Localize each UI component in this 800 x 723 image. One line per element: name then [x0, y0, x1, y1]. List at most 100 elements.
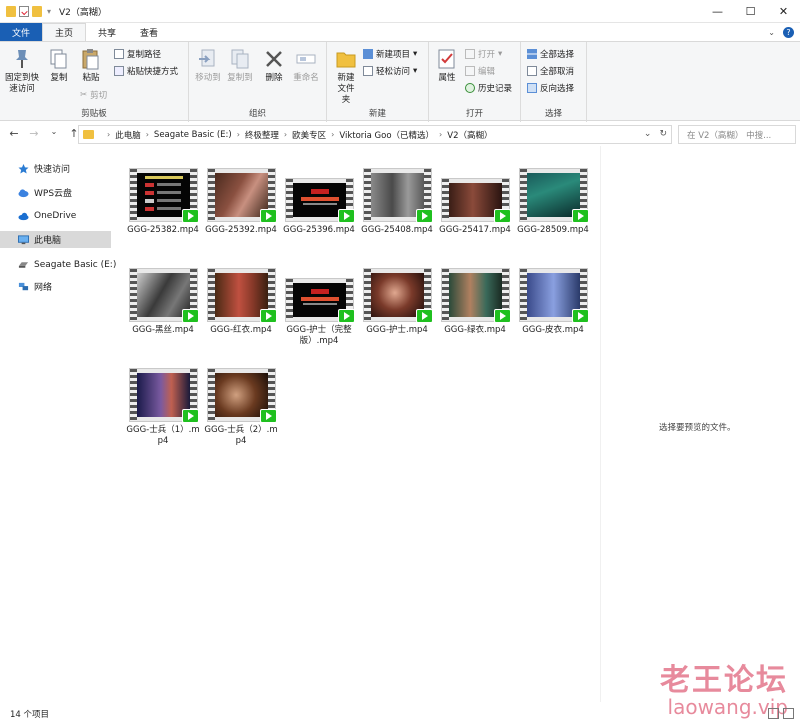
- chevron-down-icon: ▾: [498, 49, 503, 59]
- details-view-icon[interactable]: [768, 708, 779, 719]
- nav-item-quick-access[interactable]: 快速访问: [0, 160, 111, 177]
- tab-file[interactable]: 文件: [0, 23, 42, 41]
- delete-button[interactable]: 删除: [261, 48, 287, 84]
- rename-button[interactable]: 重命名: [291, 48, 321, 84]
- nav-item-wps[interactable]: WPS云盘: [0, 184, 111, 201]
- select-none-button[interactable]: 全部取消: [527, 65, 574, 77]
- video-play-icon: [415, 209, 433, 223]
- select-group-label: 选择: [544, 109, 562, 119]
- easy-access-button[interactable]: 轻松访问 ▾: [363, 65, 417, 77]
- file-item[interactable]: GGG-黑丝.mp4: [124, 268, 202, 360]
- tab-share[interactable]: 共享: [86, 23, 128, 41]
- copy-to-button[interactable]: 复制到: [225, 48, 255, 84]
- back-arrow-icon[interactable]: ←: [6, 127, 22, 140]
- edit-button[interactable]: 编辑: [465, 65, 495, 77]
- video-thumbnail: [518, 268, 589, 323]
- chevron-right-icon[interactable]: ›: [107, 130, 110, 139]
- select-none-icon: [527, 66, 537, 76]
- file-item[interactable]: GGG-28509.mp4: [514, 168, 592, 260]
- file-item[interactable]: GGG-护士.mp4: [358, 268, 436, 360]
- move-to-icon: [197, 48, 219, 70]
- chevron-down-icon[interactable]: ⌄: [768, 28, 775, 37]
- video-play-icon: [259, 409, 277, 423]
- large-icons-view-icon[interactable]: [783, 708, 794, 719]
- file-item[interactable]: GGG-25417.mp4: [436, 168, 514, 260]
- paste-button[interactable]: 粘贴: [78, 48, 104, 84]
- file-name: GGG-25382.mp4: [127, 225, 199, 235]
- tab-home[interactable]: 主页: [42, 23, 87, 41]
- breadcrumb-this-pc[interactable]: 此电脑: [115, 129, 141, 141]
- copy-path-button[interactable]: 复制路径: [114, 48, 161, 60]
- breadcrumb-folder-1[interactable]: 终极整理: [245, 129, 279, 141]
- new-item-button[interactable]: 新建项目 ▾: [363, 48, 417, 60]
- cut-button[interactable]: ✂ 剪切: [80, 89, 107, 101]
- file-name: GGG-25417.mp4: [439, 225, 511, 235]
- forward-arrow-icon[interactable]: →: [26, 127, 42, 140]
- group-new: 新建文件夹 新建项目 ▾ 轻松访问 ▾ 新建: [327, 42, 429, 122]
- invert-selection-icon: [527, 83, 537, 93]
- select-all-button[interactable]: 全部选择: [527, 48, 574, 60]
- chevron-right-icon[interactable]: ›: [284, 130, 287, 139]
- preview-message: 选择要预览的文件。: [659, 423, 736, 433]
- copy-button[interactable]: 复制: [46, 48, 72, 84]
- properties-button[interactable]: 属性: [435, 48, 459, 84]
- close-button[interactable]: ✕: [767, 0, 800, 23]
- address-box[interactable]: › 此电脑 › Seagate Basic (E:) › 终极整理 › 欧美专区…: [78, 125, 672, 144]
- file-item[interactable]: GGG-护士（完整版）.mp4: [280, 268, 358, 360]
- ribbon: 固定到快速访问 复制 粘贴 复制路径 粘贴快捷方式 ✂ 剪切 剪贴板 移动到 复…: [0, 41, 800, 122]
- search-input[interactable]: 在 V2（高糊） 中搜...: [678, 125, 796, 144]
- video-thumbnail: [440, 268, 511, 323]
- rename-label: 重命名: [293, 73, 319, 83]
- maximize-button[interactable]: ☐: [734, 0, 767, 23]
- chevron-right-icon[interactable]: ›: [439, 130, 442, 139]
- file-item[interactable]: GGG-25396.mp4: [280, 168, 358, 260]
- nav-item-network[interactable]: 网络: [0, 278, 111, 295]
- status-bar: 14 个项目: [0, 704, 800, 723]
- folder-icon: [6, 5, 16, 17]
- help-icon[interactable]: ?: [783, 26, 794, 38]
- customize-toolbar-icon[interactable]: ▾: [47, 7, 51, 16]
- refresh-icon[interactable]: ↻: [659, 129, 667, 139]
- file-item[interactable]: GGG-绿衣.mp4: [436, 268, 514, 360]
- file-name: GGG-护士（完整版）.mp4: [286, 325, 352, 346]
- new-folder-icon[interactable]: [32, 5, 42, 17]
- title-bar: ▾ V2（高糊） — ☐ ✕: [0, 0, 800, 23]
- chevron-right-icon[interactable]: ›: [146, 130, 149, 139]
- file-item[interactable]: GGG-25408.mp4: [358, 168, 436, 260]
- file-name: GGG-士兵（1）.mp4: [126, 425, 200, 446]
- paste-shortcut-icon: [114, 66, 124, 76]
- breadcrumb-current[interactable]: V2（高糊）: [447, 129, 492, 141]
- chevron-right-icon[interactable]: ›: [331, 130, 334, 139]
- breadcrumb-folder-2[interactable]: 欧美专区: [292, 129, 326, 141]
- video-play-icon: [337, 209, 355, 223]
- file-item[interactable]: GGG-皮衣.mp4: [514, 268, 592, 360]
- recent-dropdown-icon[interactable]: ⌄: [46, 127, 62, 140]
- nav-item-onedrive[interactable]: OneDrive: [0, 207, 111, 224]
- nav-label: 此电脑: [34, 236, 62, 246]
- nav-item-seagate[interactable]: Seagate Basic (E:): [0, 256, 116, 273]
- invert-selection-button[interactable]: 反向选择: [527, 82, 574, 94]
- nav-item-this-pc[interactable]: 此电脑: [0, 231, 111, 248]
- file-item[interactable]: GGG-士兵（1）.mp4: [124, 368, 202, 460]
- move-to-button[interactable]: 移动到: [193, 48, 223, 84]
- video-play-icon: [181, 409, 199, 423]
- history-button[interactable]: 历史记录: [465, 82, 512, 94]
- copy-path-icon: [114, 49, 124, 59]
- file-item[interactable]: GGG-25382.mp4: [124, 168, 202, 260]
- pin-quick-access-button[interactable]: 固定到快速访问: [4, 48, 40, 95]
- file-item[interactable]: GGG-红衣.mp4: [202, 268, 280, 360]
- minimize-button[interactable]: —: [701, 0, 734, 23]
- file-item[interactable]: GGG-士兵（2）.mp4: [202, 368, 280, 460]
- breadcrumb-folder-3[interactable]: Viktoria Goo（已精选）: [339, 129, 434, 141]
- properties-icon[interactable]: [19, 5, 29, 17]
- tab-view[interactable]: 查看: [128, 23, 170, 41]
- file-name: GGG-护士.mp4: [366, 325, 428, 335]
- breadcrumb-drive[interactable]: Seagate Basic (E:): [154, 130, 232, 140]
- video-play-icon: [181, 209, 199, 223]
- chevron-right-icon[interactable]: ›: [237, 130, 240, 139]
- paste-shortcut-button[interactable]: 粘贴快捷方式: [114, 65, 178, 77]
- new-folder-button[interactable]: 新建文件夹: [331, 48, 361, 106]
- file-item[interactable]: GGG-25392.mp4: [202, 168, 280, 260]
- open-button[interactable]: 打开 ▾: [465, 48, 502, 60]
- chevron-down-icon[interactable]: ⌄: [644, 129, 652, 139]
